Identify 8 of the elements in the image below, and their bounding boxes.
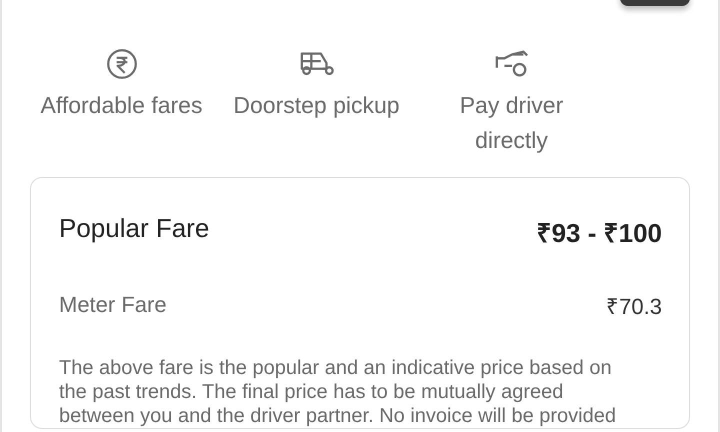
meter-fare-label: Meter Fare [59, 292, 167, 318]
fare-price: ₹93 - ₹100 [536, 217, 662, 250]
feature-label: Pay driver directly [458, 91, 564, 155]
feature-label: Doorstep pickup [232, 91, 401, 120]
meter-fare-value: ₹70.3 [606, 293, 662, 320]
feature-label: Affordable fares [40, 91, 204, 120]
card-title: Popular Fare [59, 212, 210, 244]
fare-note: The above fare is the popular and an indicative price based on the past trends. The final price has to be mutually agreed between you and the driver partner. No invoice will be provided [59, 356, 617, 428]
